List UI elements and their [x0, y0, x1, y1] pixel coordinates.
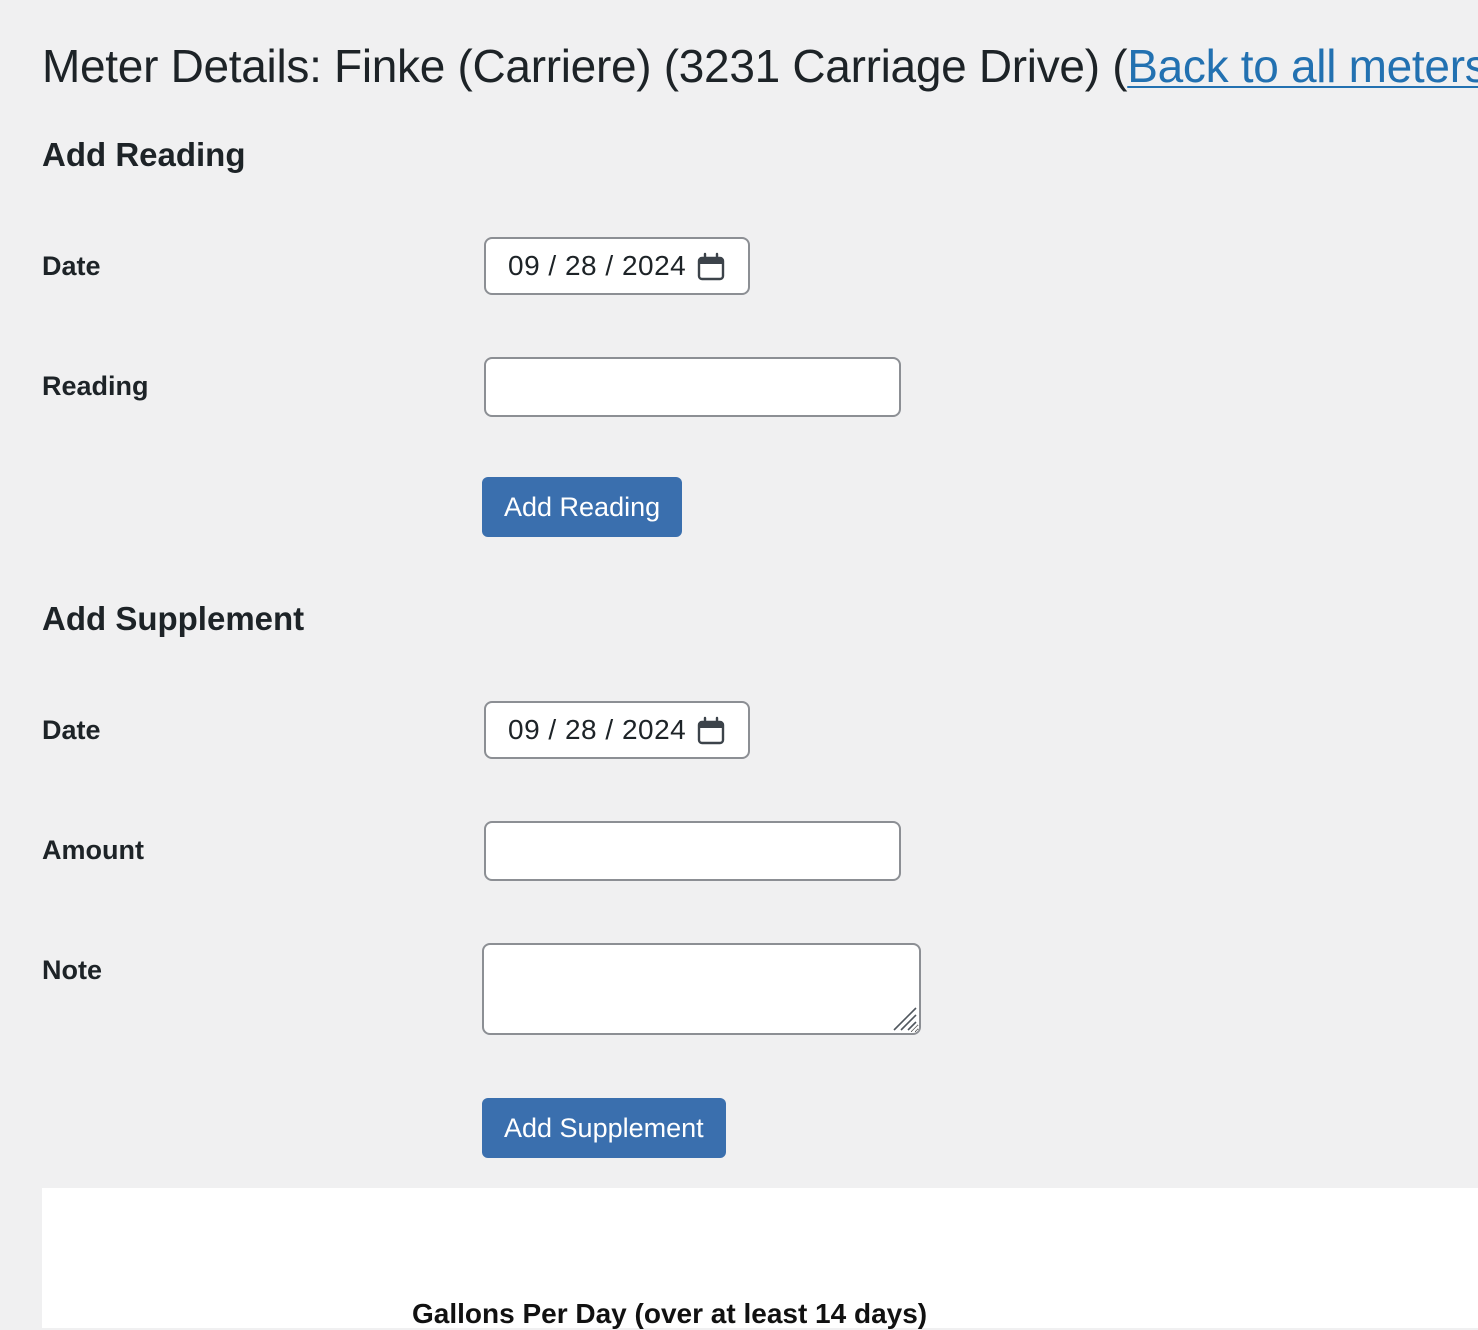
calendar-icon[interactable] — [696, 716, 726, 746]
calendar-icon[interactable] — [696, 252, 726, 282]
amount-label: Amount — [42, 835, 144, 865]
add-reading-button[interactable]: Add Reading — [482, 477, 683, 537]
back-to-all-meters-link[interactable]: Back to all meters — [1127, 40, 1478, 92]
reading-date-input[interactable]: 09 / 28 / 2024 — [484, 237, 750, 295]
note-textarea[interactable] — [482, 943, 921, 1035]
reading-date-label: Date — [42, 251, 101, 281]
supplement-date-label: Date — [42, 715, 101, 745]
reading-input[interactable] — [484, 357, 901, 417]
gallons-per-day-chart-panel: Gallons Per Day (over at least 14 days) — [42, 1188, 1478, 1329]
supplement-date-value[interactable]: 09 / 28 / 2024 — [508, 714, 686, 746]
amount-input[interactable] — [484, 821, 901, 881]
supplement-date-input[interactable]: 09 / 28 / 2024 — [484, 701, 750, 759]
add-supplement-heading: Add Supplement — [42, 600, 305, 637]
reading-label: Reading — [42, 371, 149, 401]
page-title: Meter Details: Finke (Carriere) (3231 Ca… — [42, 38, 1478, 94]
page-title-text: Meter Details: Finke (Carriere) (3231 Ca… — [42, 40, 1128, 92]
resize-grip-icon[interactable] — [890, 1004, 918, 1032]
note-label: Note — [42, 955, 102, 985]
reading-date-value[interactable]: 09 / 28 / 2024 — [508, 250, 686, 282]
add-supplement-button[interactable]: Add Supplement — [482, 1098, 726, 1158]
chart-title: Gallons Per Day (over at least 14 days) — [412, 1298, 928, 1329]
add-reading-heading: Add Reading — [42, 136, 246, 173]
